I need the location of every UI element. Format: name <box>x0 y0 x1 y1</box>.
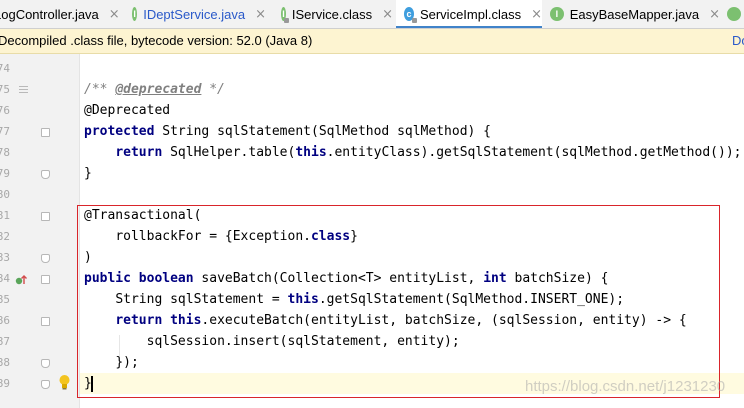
line-number: 74 <box>0 62 10 75</box>
tab-iservice[interactable]: I IService.class × <box>281 0 393 28</box>
fold-end-icon[interactable] <box>41 380 50 389</box>
fold-end-icon[interactable] <box>41 359 50 368</box>
close-icon[interactable]: × <box>382 7 393 22</box>
fold-end-icon[interactable] <box>41 254 50 263</box>
line-number: 88 <box>0 356 10 369</box>
code-line: /** @deprecated */ <box>84 82 225 97</box>
line-number: 86 <box>0 314 10 327</box>
rendered-doc-icon[interactable] <box>19 86 28 95</box>
close-icon[interactable]: × <box>531 7 542 22</box>
line-number: 89 <box>0 377 10 390</box>
fold-icon[interactable] <box>41 275 50 284</box>
highlight-annotation-box <box>77 205 720 398</box>
line-number: 79 <box>0 167 10 180</box>
tab-label: LogController.java <box>0 6 99 22</box>
line-number: 81 <box>0 209 10 222</box>
line-number: 76 <box>0 104 10 117</box>
fold-icon[interactable] <box>41 128 50 137</box>
line-number: 75 <box>0 83 10 96</box>
fold-end-icon[interactable] <box>41 170 50 179</box>
lightbulb-icon[interactable] <box>58 374 71 390</box>
tab-serviceimpl[interactable]: c ServiceImpl.class × <box>396 0 542 28</box>
tab-label: IDeptService.java <box>143 6 246 22</box>
line-number: 78 <box>0 146 10 159</box>
editor-tab-bar: LogController.java × I IDeptService.java… <box>0 0 744 29</box>
line-number: 84 <box>0 272 10 285</box>
tab-ideptservice[interactable]: I IDeptService.java × <box>132 0 266 28</box>
line-number: 87 <box>0 335 10 348</box>
fold-icon[interactable] <box>41 212 50 221</box>
code-line: @Deprecated <box>84 103 171 118</box>
tab-logcontroller[interactable]: LogController.java × <box>0 0 122 28</box>
class-icon: c <box>404 7 417 23</box>
implements-method-icon[interactable] <box>15 274 27 286</box>
fold-icon[interactable] <box>41 317 50 326</box>
line-number: 85 <box>0 293 10 306</box>
line-number: 83 <box>0 251 10 264</box>
line-number: 82 <box>0 230 10 243</box>
editor-gutter <box>0 54 79 408</box>
interface-icon: I <box>132 7 138 21</box>
close-icon[interactable]: × <box>255 7 266 22</box>
code-line: return SqlHelper.table(this.entityClass)… <box>115 145 742 160</box>
close-icon[interactable]: × <box>709 7 720 22</box>
interface-icon: I <box>281 7 289 23</box>
overflow-tab-icon[interactable] <box>727 7 741 21</box>
watermark: https://blog.csdn.net/j1231230 <box>525 378 726 395</box>
banner-text: Decompiled .class file, bytecode version… <box>0 33 313 48</box>
line-number: 80 <box>0 188 10 201</box>
banner-link[interactable]: Do <box>732 33 744 48</box>
close-icon[interactable]: × <box>109 7 120 22</box>
line-number: 77 <box>0 125 10 138</box>
code-line: } <box>84 166 92 181</box>
code-line: protected String sqlStatement(SqlMethod … <box>84 124 491 139</box>
tab-label: ServiceImpl.class <box>419 6 522 22</box>
tab-label: EasyBaseMapper.java <box>569 6 700 22</box>
decompiled-banner: Decompiled .class file, bytecode version… <box>0 29 744 54</box>
tab-label: IService.class <box>291 6 373 22</box>
tab-easybasemapper[interactable]: I EasyBaseMapper.java × <box>550 0 720 28</box>
interface-icon: I <box>550 7 564 21</box>
